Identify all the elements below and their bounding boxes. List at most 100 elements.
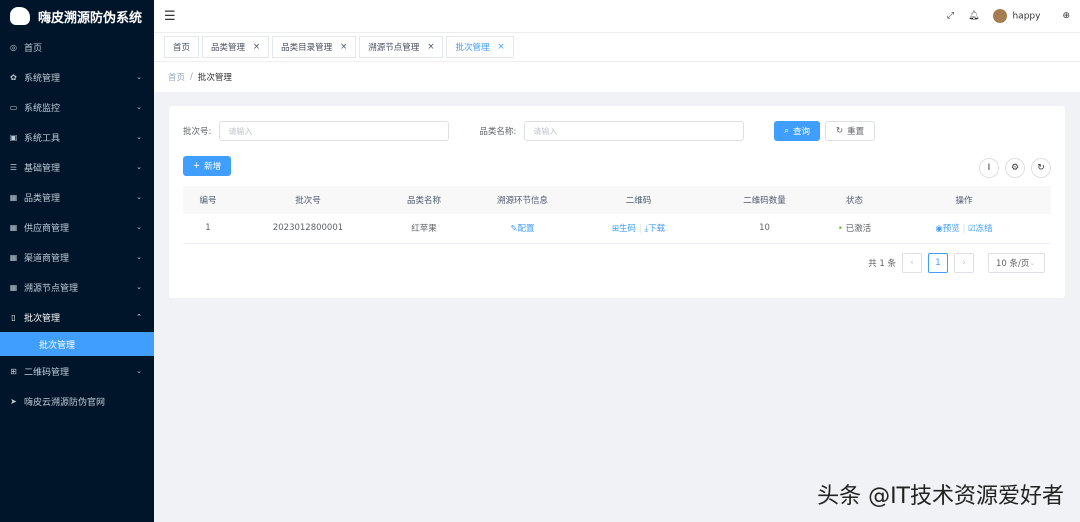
cell-name: 红苹果 xyxy=(383,214,465,244)
menu-fold-icon[interactable]: ☰ xyxy=(164,9,176,24)
sidebar-item-supplier[interactable]: ▦ 供应商管理 ⌄ xyxy=(0,212,154,242)
sidebar-item-category[interactable]: ▦ 品类管理 ⌄ xyxy=(0,182,154,212)
prev-page-button[interactable]: ‹ xyxy=(902,253,922,273)
chevron-down-icon: ⌄ xyxy=(136,223,142,231)
next-page-button[interactable]: › xyxy=(954,253,974,273)
sidebar-item-tools[interactable]: ▣ 系统工具 ⌄ xyxy=(0,122,154,152)
sidebar-item-qrcode[interactable]: ⊞ 二维码管理 ⌄ xyxy=(0,356,154,386)
breadcrumb-current: 批次管理 xyxy=(197,73,232,83)
sidebar-item-channel[interactable]: ▦ 渠道商管理 ⌄ xyxy=(0,242,154,272)
close-icon[interactable]: × xyxy=(427,42,434,52)
header: ☰ ⤢ 🔔︎ happy ⊕ xyxy=(154,0,1080,32)
tab-trace-node[interactable]: 溯源节点管理 × xyxy=(359,36,444,58)
gear-icon: ✿ xyxy=(10,72,17,82)
label: 重置 xyxy=(847,127,865,137)
sidebar-item-website[interactable]: ➤ 嗨皮云溯源防伪官网 xyxy=(0,386,154,416)
preview-link[interactable]: ◉预览 xyxy=(935,224,959,234)
col-status: 状态 xyxy=(832,186,877,214)
globe-icon[interactable]: ⊕ xyxy=(1062,11,1070,21)
cell-count: 10 xyxy=(697,214,832,244)
fullscreen-icon[interactable]: ⤢ xyxy=(947,11,954,21)
pagination: 共 1 条 ‹ 1 › 10 条/页 ⌄ xyxy=(868,253,1045,273)
sidebar-item-trace-node[interactable]: ▦ 溯源节点管理 ⌄ xyxy=(0,272,154,302)
settings-icon[interactable]: ⚙ xyxy=(1005,158,1025,178)
close-icon[interactable]: × xyxy=(253,42,260,52)
dashboard-icon: ◎ xyxy=(10,42,17,52)
content-card: 批次号: 请输入 品类名称: 请输入 ⌕ 查询 ↻ 重置 + 新增 I ⚙ ↻ 编号 … xyxy=(169,106,1065,298)
placeholder: 请输入 xyxy=(533,126,558,136)
label: 预览 xyxy=(942,224,960,235)
label: 首页 xyxy=(24,43,43,54)
plus-icon: + xyxy=(193,161,201,171)
batch-input[interactable]: 请输入 xyxy=(219,121,450,141)
logo: 嗨皮溯源防伪系统 xyxy=(0,0,154,32)
user-menu[interactable]: happy xyxy=(993,9,1040,23)
bell-icon[interactable]: 🔔︎ xyxy=(968,11,979,21)
tab-category[interactable]: 品类管理 × xyxy=(202,36,270,58)
search-form: 批次号: 请输入 品类名称: 请输入 ⌕ 查询 ↻ 重置 xyxy=(183,121,876,141)
batch-table: 编号 批次号 品类名称 溯源环节信息 二维码 二维码数量 状态 操作 1 202… xyxy=(183,186,1051,244)
tab-label: 批次管理 xyxy=(455,43,490,53)
label: 10 条/页 xyxy=(996,259,1030,269)
sidebar-item-system[interactable]: ✿ 系统管理 ⌄ xyxy=(0,62,154,92)
refresh-icon[interactable]: ↻ xyxy=(1031,158,1051,178)
label: 供应商管理 xyxy=(24,223,70,234)
label: 配置 xyxy=(517,224,535,235)
download-link[interactable]: ⤓下载 xyxy=(644,224,665,234)
tool-icon: ▣ xyxy=(9,132,18,142)
status-dot: • xyxy=(837,224,843,235)
chevron-down-icon: ⌄ xyxy=(136,133,142,141)
freeze-link[interactable]: ☑冻结 xyxy=(968,224,993,234)
table-icon: ▦ xyxy=(9,252,18,262)
batch-label: 批次号: xyxy=(183,127,212,137)
label: 下载 xyxy=(648,224,666,235)
close-icon[interactable]: × xyxy=(340,42,347,52)
edit-icon: ☑ xyxy=(968,224,976,235)
column-height-icon[interactable]: I xyxy=(979,158,999,178)
config-link[interactable]: ✎配置 xyxy=(510,224,534,234)
sidebar-item-monitor[interactable]: ▭ 系统监控 ⌄ xyxy=(0,92,154,122)
sidebar-item-home[interactable]: ◎ 首页 xyxy=(0,32,154,62)
doc-icon: ▯ xyxy=(11,312,16,322)
sidebar-subitem-batch[interactable]: 批次管理 xyxy=(0,332,154,356)
chevron-down-icon: ⌄ xyxy=(136,367,142,375)
category-name-label: 品类名称: xyxy=(479,127,517,137)
logo-icon xyxy=(10,7,30,25)
page-1-button[interactable]: 1 xyxy=(928,253,948,273)
generate-link[interactable]: ⊞生码 xyxy=(612,224,636,234)
label: 嗨皮云溯源防伪官网 xyxy=(24,397,106,408)
page-size-select[interactable]: 10 条/页 ⌄ xyxy=(988,253,1045,273)
label: 基础管理 xyxy=(24,163,61,174)
breadcrumb-home[interactable]: 首页 xyxy=(168,71,185,83)
add-button[interactable]: + 新增 xyxy=(183,156,232,176)
chevron-up-icon: ⌃ xyxy=(136,313,142,321)
sidebar-item-basic[interactable]: ☰ 基础管理 ⌄ xyxy=(0,152,154,182)
tab-label: 溯源节点管理 xyxy=(368,43,420,53)
reset-button[interactable]: ↻ 重置 xyxy=(825,121,876,141)
tab-home[interactable]: 首页 xyxy=(164,36,200,58)
search-icon: ⌕ xyxy=(784,126,790,136)
close-icon[interactable]: × xyxy=(497,42,504,52)
username: happy xyxy=(1012,11,1041,22)
cell-status: • 已激活 xyxy=(832,214,877,244)
chevron-down-icon: ⌄ xyxy=(136,103,142,111)
tab-label: 首页 xyxy=(173,43,191,53)
tab-batch[interactable]: 批次管理 × xyxy=(446,36,514,58)
qrcode-icon: ⊞ xyxy=(10,366,17,376)
table-tools: I ⚙ ↻ xyxy=(979,158,1051,178)
chevron-down-icon: ⌄ xyxy=(136,73,142,81)
placeholder: 请输入 xyxy=(228,126,253,136)
sidebar-item-batch[interactable]: ▯ 批次管理 ⌃ xyxy=(0,302,154,332)
cell-trace: ✎配置 xyxy=(465,214,580,244)
edit-icon: ✎ xyxy=(510,224,518,235)
label: 系统监控 xyxy=(24,103,61,114)
label: 查询 xyxy=(793,127,811,137)
col-batch: 批次号 xyxy=(233,186,383,214)
query-button[interactable]: ⌕ 查询 xyxy=(774,121,821,141)
tab-category-catalog[interactable]: 品类目录管理 × xyxy=(272,36,357,58)
category-name-input[interactable]: 请输入 xyxy=(524,121,745,141)
breadcrumb: 首页 / 批次管理 xyxy=(154,62,1080,92)
total-count: 共 1 条 xyxy=(868,259,896,269)
col-qrcode: 二维码 xyxy=(580,186,697,214)
label: 生码 xyxy=(619,224,637,235)
